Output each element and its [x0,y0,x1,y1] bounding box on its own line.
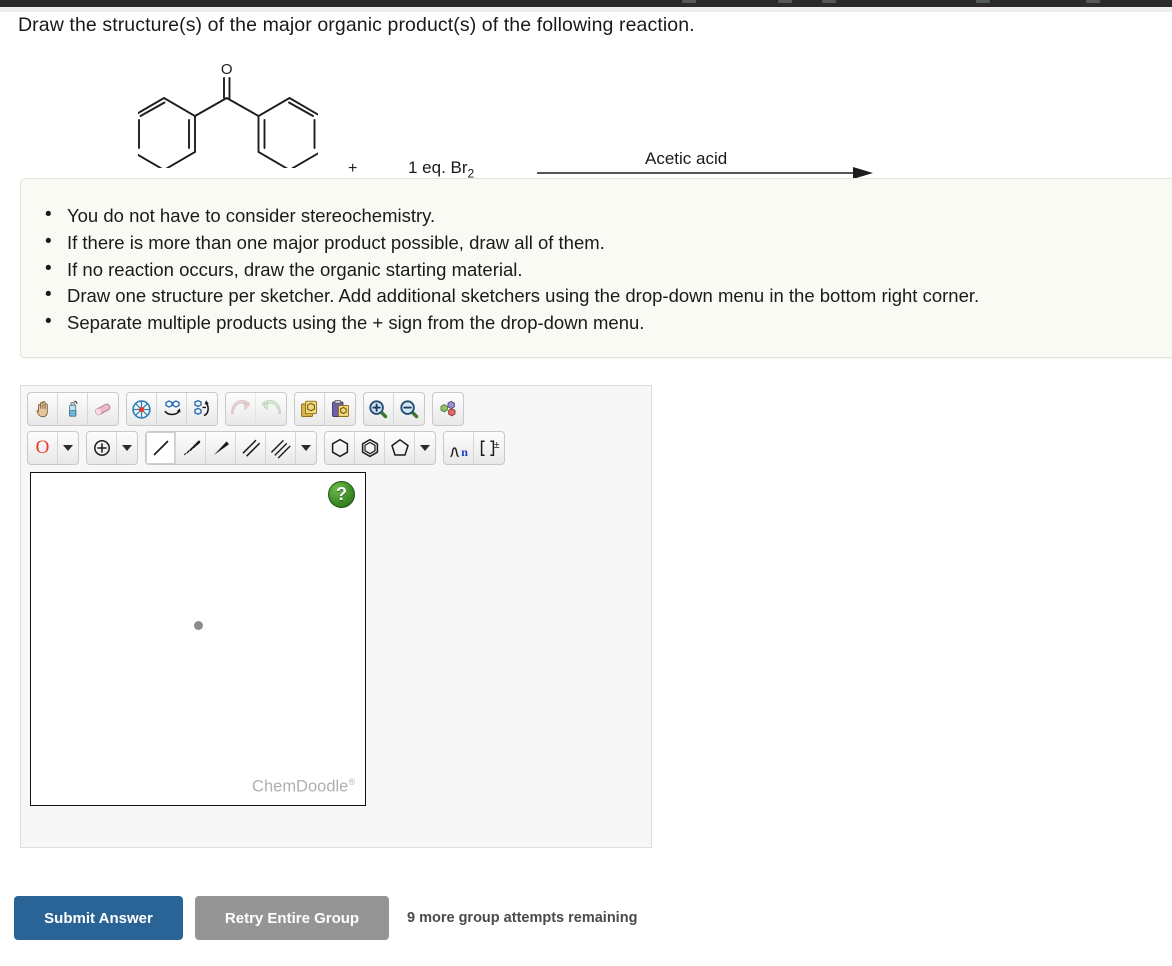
sketcher-toolbar-row-1 [27,392,471,426]
element-oxygen-label: O [35,437,50,458]
svg-text:±: ± [494,440,500,451]
strip-tick [778,0,792,3]
page-title: Draw the structure(s) of the major organ… [18,14,695,36]
chemdoodle-watermark: ChemDoodle® [252,777,355,797]
chevron-down-icon [301,445,311,451]
zoom-in-icon[interactable] [364,393,394,425]
toolgroup-bonds [145,431,317,465]
label-spray-icon[interactable] [58,393,88,425]
chemdoodle-sketcher: O n ± ? ChemDoodle® [20,385,652,848]
strip-tick [822,0,836,3]
submit-answer-button[interactable]: Submit Answer [14,896,183,940]
toolgroup-zoom [363,392,425,426]
reaction-conditions-label: Acetic acid [645,149,728,168]
templates-icon[interactable] [433,393,463,425]
undo-icon[interactable] [226,393,256,425]
carbonyl-oxygen-label: O [221,61,233,78]
double-bond-icon[interactable] [236,432,266,464]
toolgroup-rings [324,431,436,465]
instructions-list: You do not have to consider stereochemis… [21,179,1172,337]
toolgroup-advanced: n ± [443,431,505,465]
strip-tick [682,0,696,3]
cyclohexane-ring-icon[interactable] [325,432,355,464]
copy-icon[interactable] [295,393,325,425]
reaction-scheme: O + 1 eq. Br2 Acetic acid [0,50,1172,180]
list-item: If there is more than one major product … [45,229,1172,257]
single-bond-icon[interactable] [146,432,176,464]
browser-top-strip [0,0,1172,7]
toolgroup-elements: O [27,431,79,465]
benzophenone-structure: O [138,61,318,168]
svg-text:n: n [461,445,468,459]
redo-icon[interactable] [256,393,286,425]
flip-vertical-icon[interactable] [187,393,217,425]
toolgroup-transform [126,392,218,426]
benzene-ring-icon[interactable] [355,432,385,464]
list-item: If no reaction occurs, draw the organic … [45,256,1172,284]
solid-wedge-bond-icon[interactable] [206,432,236,464]
sketcher-canvas[interactable]: ? ChemDoodle® [30,472,366,806]
cyclopentane-ring-icon[interactable] [385,432,415,464]
charge-dropdown-caret[interactable] [117,432,137,464]
instructions-panel: You do not have to consider stereochemis… [20,178,1172,358]
canvas-atom-point[interactable] [194,621,203,630]
hashed-wedge-bond-icon[interactable] [176,432,206,464]
attempts-remaining-text: 9 more group attempts remaining [407,910,638,926]
bracket-charge-icon[interactable]: ± [474,432,504,464]
optimize-layout-icon[interactable] [127,393,157,425]
toolgroup-clipboard [294,392,356,426]
reagent-text: 1 eq. Br [408,158,468,177]
bond-dropdown-caret[interactable] [296,432,316,464]
flip-horizontal-icon[interactable] [157,393,187,425]
pan-hand-icon[interactable] [28,393,58,425]
element-dropdown-caret[interactable] [58,432,78,464]
charge-tool-icon[interactable] [87,432,117,464]
element-oxygen-button[interactable]: O [28,432,58,464]
toolgroup-templates [432,392,464,426]
zoom-out-icon[interactable] [394,393,424,425]
repeat-unit-icon[interactable]: n [444,432,474,464]
list-item: Draw one structure per sketcher. Add add… [45,282,1172,310]
question-page: Draw the structure(s) of the major organ… [0,0,1172,966]
chevron-down-icon [122,445,132,451]
strip-tick [1086,0,1100,3]
toolgroup-edit [27,392,119,426]
list-item: Separate multiple products using the + s… [45,309,1172,337]
ring-dropdown-caret[interactable] [415,432,435,464]
eraser-icon[interactable] [88,393,118,425]
browser-strip-shadow [0,7,1172,12]
strip-tick [976,0,990,3]
chevron-down-icon [420,445,430,451]
help-icon[interactable]: ? [328,481,355,508]
plus-symbol: + [348,160,358,177]
toolgroup-charge [86,431,138,465]
triple-bond-icon[interactable] [266,432,296,464]
sketcher-toolbar-row-2: O n ± [27,431,512,465]
retry-entire-group-button[interactable]: Retry Entire Group [195,896,389,940]
list-item: You do not have to consider stereochemis… [45,202,1172,230]
toolgroup-history [225,392,287,426]
registered-mark: ® [348,776,355,787]
chevron-down-icon [63,445,73,451]
watermark-text: ChemDoodle [252,777,349,795]
paste-icon[interactable] [325,393,355,425]
